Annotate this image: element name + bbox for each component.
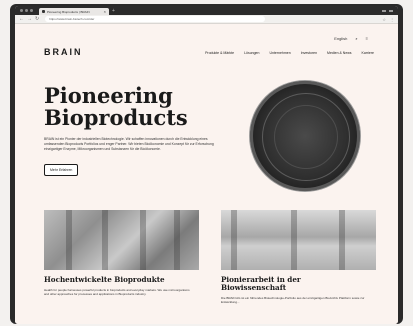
reload-button[interactable]: ↻	[35, 16, 39, 22]
teaser-card[interactable]: Pionierarbeit in der Biowissenschaft Die…	[221, 210, 376, 304]
nav-item-products[interactable]: Produkte & Märkte	[205, 51, 234, 55]
hero-title-line: Bioproducts	[44, 105, 188, 130]
nav-item-investors[interactable]: Investoren	[301, 51, 317, 55]
lab-photo-image	[221, 210, 376, 270]
tab-close-icon[interactable]: ×	[104, 9, 106, 14]
search-icon[interactable]: ⌕	[355, 36, 357, 41]
tab-bar: Pioneering Bioproducts | BRAIN × +	[15, 6, 398, 15]
toolbar-icons: ☆ ⋮	[382, 17, 394, 22]
laptop-frame: Pioneering Bioproducts | BRAIN × + ← → ↻…	[0, 0, 413, 326]
tab-title: Pioneering Bioproducts | BRAIN	[47, 9, 90, 14]
address-bar[interactable]: https://www.brain-biotech.com/de/	[45, 16, 266, 22]
url-text: https://www.brain-biotech.com/de/	[49, 17, 95, 21]
browser-toolbar: ← → ↻ https://www.brain-biotech.com/de/ …	[15, 15, 398, 24]
site-logo[interactable]: BRAIN	[44, 47, 83, 57]
window-menu	[382, 9, 393, 12]
learn-more-button[interactable]: Mehr Erfahren	[44, 164, 79, 176]
card-title: Hochentwickelte Bioprodukte	[44, 275, 165, 284]
card-title: Pionierarbeit in der Biowissenschaft	[221, 276, 376, 292]
lab-photo-image	[44, 210, 199, 270]
new-tab-button[interactable]: +	[112, 8, 115, 14]
web-page: English ⌕ ≡ BRAIN Produkte & Märkte Lösu…	[15, 25, 398, 324]
utility-nav: English ⌕ ≡	[334, 36, 368, 41]
forward-button[interactable]: →	[27, 16, 32, 22]
nav-item-media[interactable]: Medien & News	[327, 51, 352, 55]
menu-icon[interactable]: ≡	[366, 36, 368, 41]
card-text: Health for people harnesses powerful pro…	[44, 288, 190, 297]
browser-menu-icon[interactable]: ⋮	[390, 17, 394, 22]
nav-item-company[interactable]: Unternehmen	[269, 51, 290, 55]
bookmark-star-icon[interactable]: ☆	[382, 17, 386, 22]
teaser-card[interactable]: Hochentwickelte Bioprodukte Health for p…	[44, 210, 199, 296]
browser-window: Pioneering Bioproducts | BRAIN × + ← → ↻…	[15, 6, 398, 324]
window-controls	[20, 9, 33, 12]
dish-ring	[274, 105, 338, 169]
nav-item-careers[interactable]: Karriere	[362, 51, 374, 55]
window-menu-icon[interactable]	[389, 9, 393, 12]
hero-title-line: Pioneering	[44, 83, 173, 108]
hero-title: Pioneering Bioproducts	[44, 85, 188, 129]
main-nav: Produkte & Märkte Lösungen Unternehmen I…	[205, 51, 374, 55]
nav-item-solutions[interactable]: Lösungen	[244, 51, 259, 55]
petri-dish-image	[250, 81, 360, 191]
card-text: Die BRAIN AG ist ein führendes Biotechno…	[221, 296, 365, 305]
language-switch[interactable]: English	[334, 36, 347, 41]
maximize-window-button[interactable]	[30, 9, 33, 12]
favicon-icon	[42, 10, 45, 13]
minimize-window-button[interactable]	[25, 9, 28, 12]
site-header: English ⌕ ≡ BRAIN Produkte & Märkte Lösu…	[15, 25, 398, 63]
window-menu-icon[interactable]	[382, 9, 386, 12]
card-title-line: Biowissenschaft	[221, 283, 287, 292]
browser-tab[interactable]: Pioneering Bioproducts | BRAIN ×	[39, 8, 109, 15]
close-window-button[interactable]	[20, 9, 23, 12]
hero-description: BRAIN ist ein Pionier der industriellen …	[44, 137, 214, 151]
teaser-cards: Hochentwickelte Bioprodukte Health for p…	[44, 210, 376, 324]
back-button[interactable]: ←	[19, 16, 24, 22]
